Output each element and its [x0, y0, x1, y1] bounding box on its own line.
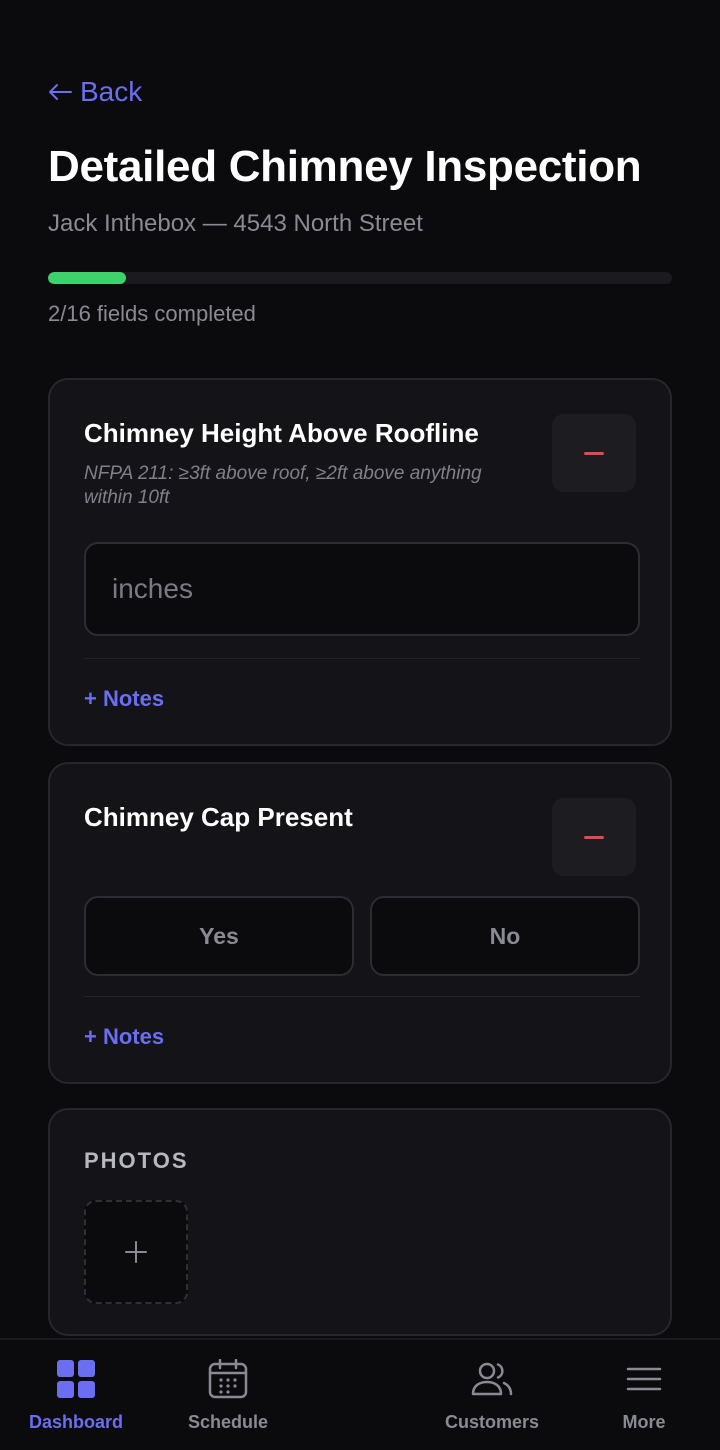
minus-icon — [584, 451, 604, 455]
remove-field-button[interactable] — [552, 798, 636, 876]
option-no-button[interactable]: No — [370, 896, 640, 976]
page-subtitle: Jack Inthebox — 4543 North Street — [48, 210, 423, 237]
add-photo-button[interactable] — [84, 1200, 188, 1304]
remove-field-button[interactable] — [552, 414, 636, 492]
nav-label: More — [622, 1412, 666, 1432]
chimney-height-input[interactable] — [84, 542, 640, 636]
add-notes-link[interactable]: + Notes — [84, 1024, 164, 1050]
progress-text: 2/16 fields completed — [48, 301, 256, 326]
photos-card: PHOTOS — [48, 1108, 672, 1336]
photos-section-label: PHOTOS — [84, 1148, 189, 1173]
nav-item-dashboard[interactable]: Dashboard — [28, 1358, 124, 1433]
progress-bar — [48, 272, 672, 284]
option-yes-button[interactable]: Yes — [84, 896, 354, 976]
back-button[interactable]: Back — [48, 76, 142, 108]
arrow-left-icon — [49, 84, 72, 100]
dashboard-grid-icon — [55, 1358, 97, 1400]
nav-item-more[interactable]: More — [614, 1358, 674, 1433]
nav-label: Schedule — [187, 1412, 269, 1432]
nav-item-customers[interactable]: Customers — [444, 1358, 540, 1433]
calendar-icon — [207, 1358, 249, 1400]
nav-label: Customers — [444, 1412, 540, 1432]
page-title: Detailed Chimney Inspection — [48, 142, 642, 191]
plus-icon — [125, 1241, 147, 1263]
add-notes-link[interactable]: + Notes — [84, 686, 164, 712]
users-icon — [471, 1358, 513, 1400]
bottom-navigation: Dashboard Schedule Customers More — [0, 1338, 720, 1450]
divider — [84, 658, 640, 659]
field-title: Chimney Height Above Roofline — [84, 418, 479, 448]
back-label: Back — [80, 76, 143, 107]
menu-icon — [623, 1358, 665, 1400]
field-title: Chimney Cap Present — [84, 802, 353, 832]
progress-fill — [48, 272, 126, 284]
divider — [84, 996, 640, 997]
minus-icon — [584, 835, 604, 839]
field-card-chimney-height: Chimney Height Above Roofline NFPA 211: … — [48, 378, 672, 746]
field-hint: NFPA 211: ≥3ft above roof, ≥2ft above an… — [84, 463, 482, 508]
nav-label: Dashboard — [28, 1412, 124, 1432]
field-card-chimney-cap: Chimney Cap Present Yes No + Notes — [48, 762, 672, 1084]
nav-item-schedule[interactable]: Schedule — [186, 1358, 270, 1433]
